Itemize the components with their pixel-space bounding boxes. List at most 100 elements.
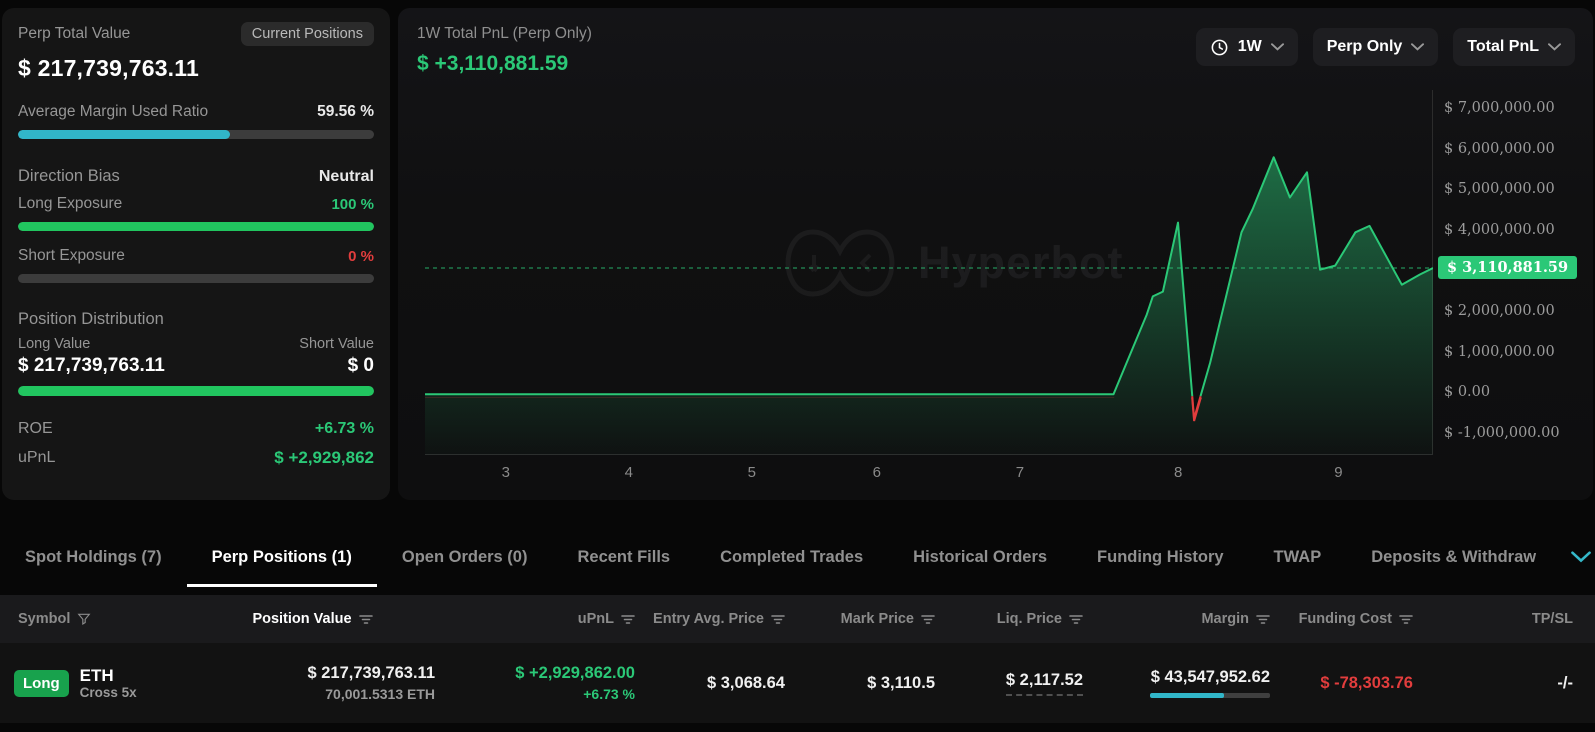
tab-perp-positions-1[interactable]: Perp Positions (1) xyxy=(187,527,377,587)
long-value: $ 217,739,763.11 xyxy=(18,355,165,377)
perp-total-value-label: Perp Total Value xyxy=(18,25,130,43)
bottom-tabs: Spot Holdings (7)Perp Positions (1)Open … xyxy=(0,527,1595,587)
pnl-chart-plot[interactable] xyxy=(425,90,1433,455)
funnel-icon xyxy=(77,612,91,626)
sort-icon xyxy=(1399,614,1413,625)
perp-total-value: $ 217,739,763.11 xyxy=(18,55,374,82)
column-header-entry-avg-price[interactable]: Entry Avg. Price xyxy=(635,611,785,627)
position-distribution-label: Position Distribution xyxy=(18,310,374,329)
short-value-label: Short Value xyxy=(299,336,374,352)
upnl-value: $ +2,929,862 xyxy=(274,448,374,468)
x-axis-label: 8 xyxy=(1174,464,1182,481)
column-header-symbol[interactable]: Symbol xyxy=(0,611,190,627)
more-tabs-button[interactable] xyxy=(1561,527,1595,587)
tab-twap[interactable]: TWAP xyxy=(1249,527,1347,587)
metric-label: Total PnL xyxy=(1467,38,1539,56)
tab-spot-holdings-7[interactable]: Spot Holdings (7) xyxy=(0,527,187,587)
y-axis-label: $ 6,000,000.00 xyxy=(1444,141,1555,157)
column-header-margin[interactable]: Margin xyxy=(1083,611,1270,627)
sort-icon xyxy=(621,614,635,625)
column-header-upnl[interactable]: uPnL xyxy=(435,611,635,627)
chart-title: 1W Total PnL (Perp Only) xyxy=(417,25,592,43)
scope-label: Perp Only xyxy=(1327,38,1403,56)
tab-completed-trades[interactable]: Completed Trades xyxy=(695,527,888,587)
cell-liq-price[interactable]: $ 2,117.52 xyxy=(935,671,1083,696)
chevron-down-icon xyxy=(1571,551,1591,563)
short-exposure-value: 0 % xyxy=(348,248,374,265)
long-value-label: Long Value xyxy=(18,336,90,352)
sort-icon xyxy=(359,614,373,625)
x-axis-label: 9 xyxy=(1334,464,1342,481)
distribution-bar-fill xyxy=(18,386,374,396)
tab-funding-history[interactable]: Funding History xyxy=(1072,527,1249,587)
pnl-chart-card: 1W Total PnL (Perp Only) $ +3,110,881.59… xyxy=(398,8,1593,500)
sort-icon xyxy=(1256,614,1270,625)
column-header-position-value[interactable]: Position Value xyxy=(190,611,435,627)
roe-value: +6.73 % xyxy=(315,420,374,438)
y-axis-label: $ 1,000,000.00 xyxy=(1444,344,1555,360)
direction-bias-label: Direction Bias xyxy=(18,167,120,186)
column-header-mark-price[interactable]: Mark Price xyxy=(785,611,935,627)
cell-symbol: LongETHCross 5x xyxy=(0,666,190,700)
column-header-funding-cost[interactable]: Funding Cost xyxy=(1270,611,1413,627)
distribution-bar-track xyxy=(18,386,374,396)
dashboard: Perp Total Value Current Positions $ 217… xyxy=(0,0,1595,732)
column-header-tp-sl[interactable]: TP/SL xyxy=(1413,611,1595,627)
chart-pnl-value: $ +3,110,881.59 xyxy=(417,52,568,76)
column-header-liq-price[interactable]: Liq. Price xyxy=(935,611,1083,627)
cell-funding-cost: $ -78,303.76 xyxy=(1270,674,1413,693)
y-axis-label: $ 5,000,000.00 xyxy=(1444,181,1555,197)
margin-ratio-label: Average Margin Used Ratio xyxy=(18,103,208,121)
y-axis-label: $ 4,000,000.00 xyxy=(1444,222,1555,238)
cell-position-value: $ 217,739,763.1170,001.5313 ETH xyxy=(190,664,435,702)
upnl-label: uPnL xyxy=(18,449,55,467)
chevron-down-icon xyxy=(1548,43,1561,51)
roe-label: ROE xyxy=(18,420,53,438)
sort-icon xyxy=(1069,614,1083,625)
short-value: $ 0 xyxy=(348,355,374,377)
timeframe-dropdown[interactable]: 1W xyxy=(1196,28,1298,66)
symbol-name: ETH xyxy=(80,666,137,685)
position-row[interactable]: LongETHCross 5x$ 217,739,763.1170,001.53… xyxy=(0,643,1595,723)
y-axis-label: $ 2,000,000.00 xyxy=(1444,303,1555,319)
tab-open-orders-0[interactable]: Open Orders (0) xyxy=(377,527,553,587)
cell-mark-price: $ 3,110.5 xyxy=(785,674,935,693)
sort-icon xyxy=(921,614,935,625)
margin-ratio-value: 59.56 % xyxy=(317,103,374,121)
positions-table-header: SymbolPosition ValueuPnLEntry Avg. Price… xyxy=(0,595,1595,643)
cell-tp-sl: -/- xyxy=(1413,674,1595,693)
x-axis-label: 6 xyxy=(873,464,881,481)
short-exposure-bar-track xyxy=(18,274,374,283)
tab-recent-fills[interactable]: Recent Fills xyxy=(552,527,695,587)
x-axis-label: 4 xyxy=(625,464,633,481)
x-axis-label: 3 xyxy=(502,464,510,481)
y-axis-label: $ -1,000,000.00 xyxy=(1444,425,1560,441)
cell-entry-avg-price: $ 3,068.64 xyxy=(635,674,785,693)
leverage-label: Cross 5x xyxy=(80,685,137,700)
tab-historical-orders[interactable]: Historical Orders xyxy=(888,527,1072,587)
chevron-down-icon xyxy=(1271,43,1284,51)
x-axis-label: 5 xyxy=(748,464,756,481)
sort-icon xyxy=(771,614,785,625)
chevron-down-icon xyxy=(1411,43,1424,51)
tab-deposits-withdraw[interactable]: Deposits & Withdraw xyxy=(1346,527,1561,587)
long-exposure-label: Long Exposure xyxy=(18,195,122,213)
clock-icon xyxy=(1210,38,1229,57)
short-exposure-label: Short Exposure xyxy=(18,247,125,265)
scope-dropdown[interactable]: Perp Only xyxy=(1313,28,1439,66)
metric-dropdown[interactable]: Total PnL xyxy=(1453,28,1575,66)
cell-upnl: $ +2,929,862.00+6.73 % xyxy=(435,664,635,702)
direction-bias-value: Neutral xyxy=(319,168,374,186)
chart-controls: 1W Perp Only Total PnL xyxy=(1196,28,1575,66)
current-positions-badge[interactable]: Current Positions xyxy=(241,22,374,46)
long-exposure-bar-track xyxy=(18,222,374,231)
long-exposure-value: 100 % xyxy=(331,196,374,213)
margin-ratio-bar-fill xyxy=(18,130,230,139)
margin-usage-bar xyxy=(1150,693,1270,698)
cell-margin: $ 43,547,952.62 xyxy=(1083,668,1270,698)
current-value-badge: $ 3,110,881.59 xyxy=(1438,256,1577,279)
long-exposure-bar-fill xyxy=(18,222,374,231)
y-axis-label: $ 0.00 xyxy=(1444,384,1490,400)
perp-summary-card: Perp Total Value Current Positions $ 217… xyxy=(2,8,390,500)
y-axis-label: $ 7,000,000.00 xyxy=(1444,100,1555,116)
